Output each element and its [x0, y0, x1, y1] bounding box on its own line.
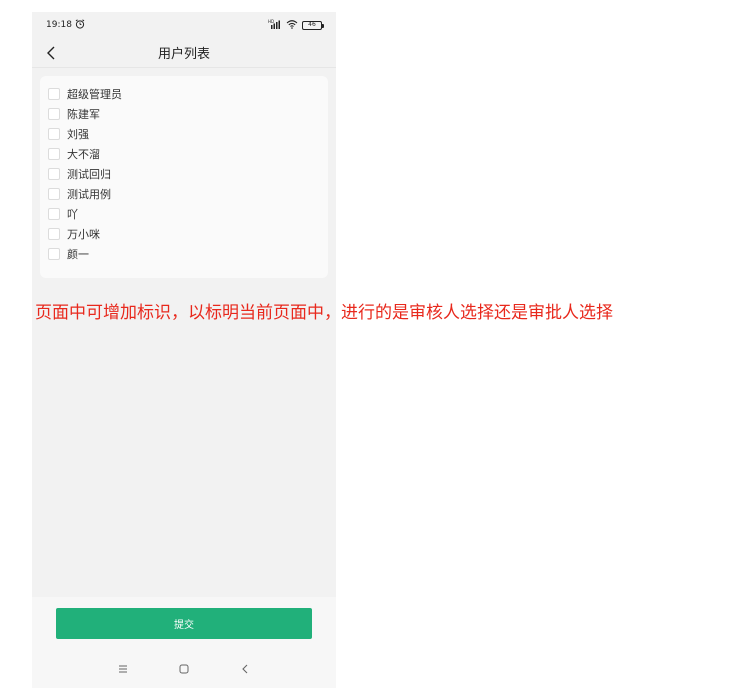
svg-text:HD: HD: [268, 19, 274, 24]
user-list-item[interactable]: 万小咪: [48, 224, 320, 244]
status-right: HD 46: [268, 19, 324, 31]
submit-button[interactable]: 提交: [56, 608, 312, 639]
home-square-icon[interactable]: [174, 659, 194, 679]
user-list-item[interactable]: 陈建军: [48, 104, 320, 124]
user-list-item[interactable]: 吖: [48, 204, 320, 224]
bottom-action-area: 提交: [32, 597, 336, 650]
menu-icon[interactable]: [113, 659, 133, 679]
chevron-left-icon[interactable]: [42, 43, 60, 63]
battery-level: 46: [308, 21, 316, 28]
status-left: 19:18: [46, 18, 85, 32]
user-list: 超级管理员陈建军刘强大不溜测试回归测试用例吖万小咪颜一: [40, 76, 328, 278]
nav-bar: 用户列表: [32, 38, 336, 68]
phone-screen: 19:18 HD 46 用户列表 超级管理员 陈建军 刘强 大不溜 测试回归 测…: [32, 12, 336, 688]
user-checkbox[interactable]: [48, 88, 60, 100]
user-checkbox[interactable]: [48, 148, 60, 160]
canvas: 19:18 HD 46 用户列表 超级管理员 陈建军 刘强 大不溜 测试回归 测…: [0, 0, 734, 689]
user-list-item[interactable]: 刘强: [48, 124, 320, 144]
user-name: 测试用例: [67, 188, 111, 201]
user-name: 颜一: [67, 248, 89, 261]
user-list-item[interactable]: 测试回归: [48, 164, 320, 184]
user-checkbox[interactable]: [48, 128, 60, 140]
user-name: 大不溜: [67, 148, 100, 161]
user-list-item[interactable]: 测试用例: [48, 184, 320, 204]
user-name: 陈建军: [67, 108, 100, 121]
user-checkbox[interactable]: [48, 248, 60, 260]
page-title: 用户列表: [157, 47, 210, 62]
user-name: 吖: [67, 208, 78, 221]
user-checkbox[interactable]: [48, 228, 60, 240]
user-list-item[interactable]: 颜一: [48, 244, 320, 264]
user-name: 超级管理员: [67, 88, 122, 101]
wifi-icon: [286, 19, 298, 31]
user-name: 刘强: [67, 128, 89, 141]
user-name: 测试回归: [67, 168, 111, 181]
user-checkbox[interactable]: [48, 108, 60, 120]
user-checkbox[interactable]: [48, 168, 60, 180]
alarm-clock-icon: [75, 18, 85, 32]
status-time: 19:18: [46, 20, 72, 30]
user-name: 万小咪: [67, 228, 100, 241]
user-list-item[interactable]: 超级管理员: [48, 84, 320, 104]
system-nav-bar: [32, 650, 336, 688]
user-checkbox[interactable]: [48, 208, 60, 220]
user-list-item[interactable]: 大不溜: [48, 144, 320, 164]
annotation-note: 页面中可增加标识，以标明当前页面中，进行的是审核人选择还是审批人选择: [35, 303, 613, 323]
battery-icon: 46: [302, 20, 324, 30]
signal-icon: HD: [268, 19, 282, 31]
back-triangle-icon[interactable]: [235, 659, 255, 679]
user-checkbox[interactable]: [48, 188, 60, 200]
status-bar: 19:18 HD 46: [32, 12, 336, 38]
